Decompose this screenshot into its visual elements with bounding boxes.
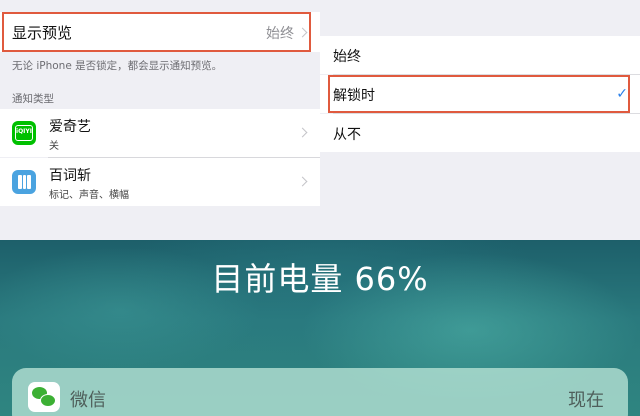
chevron-right-icon	[297, 176, 308, 187]
app-row-baicizhan[interactable]: 百词斩 标记、声音、横幅	[0, 158, 320, 206]
highlight-box	[328, 75, 630, 113]
option-label: 始终	[333, 49, 361, 65]
app-row-iqiyi[interactable]: iQIYI 爱奇艺 关	[0, 109, 320, 157]
highlight-box	[2, 12, 311, 52]
option-label: 从不	[333, 127, 361, 143]
notification-type-header: 通知类型	[12, 93, 54, 105]
app-subtitle: 关	[49, 141, 59, 152]
iqiyi-icon: iQIYI	[12, 121, 36, 145]
option-always[interactable]: 始终	[320, 36, 640, 74]
preview-options-panel: 始终 解锁时 ✓ 从不	[320, 0, 640, 240]
option-never[interactable]: 从不	[320, 114, 640, 152]
wechat-icon	[28, 382, 60, 412]
wechat-notification[interactable]: 微信 现在	[12, 368, 628, 416]
preview-description: 无论 iPhone 是否锁定，都会显示通知预览。	[12, 60, 223, 72]
notification-settings-panel: 显示预览 始终 无论 iPhone 是否锁定，都会显示通知预览。 通知类型 iQ…	[0, 0, 320, 240]
chevron-right-icon	[297, 127, 308, 138]
app-subtitle: 标记、声音、横幅	[49, 190, 129, 201]
app-name: 百词斩	[49, 168, 91, 184]
notification-time: 现在	[568, 390, 604, 411]
battery-level-text: 目前电量 66%	[211, 260, 429, 298]
app-name: 爱奇艺	[49, 119, 91, 135]
baicizhan-icon	[12, 170, 36, 194]
notification-app-name: 微信	[70, 390, 106, 411]
lock-screen: 目前电量 66% 微信 现在	[0, 240, 640, 416]
